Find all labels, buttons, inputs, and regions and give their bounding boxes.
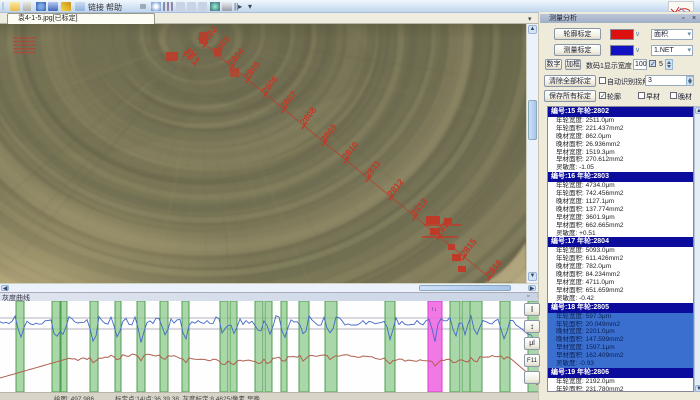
svg-text:↑↓: ↑↓	[431, 307, 437, 313]
